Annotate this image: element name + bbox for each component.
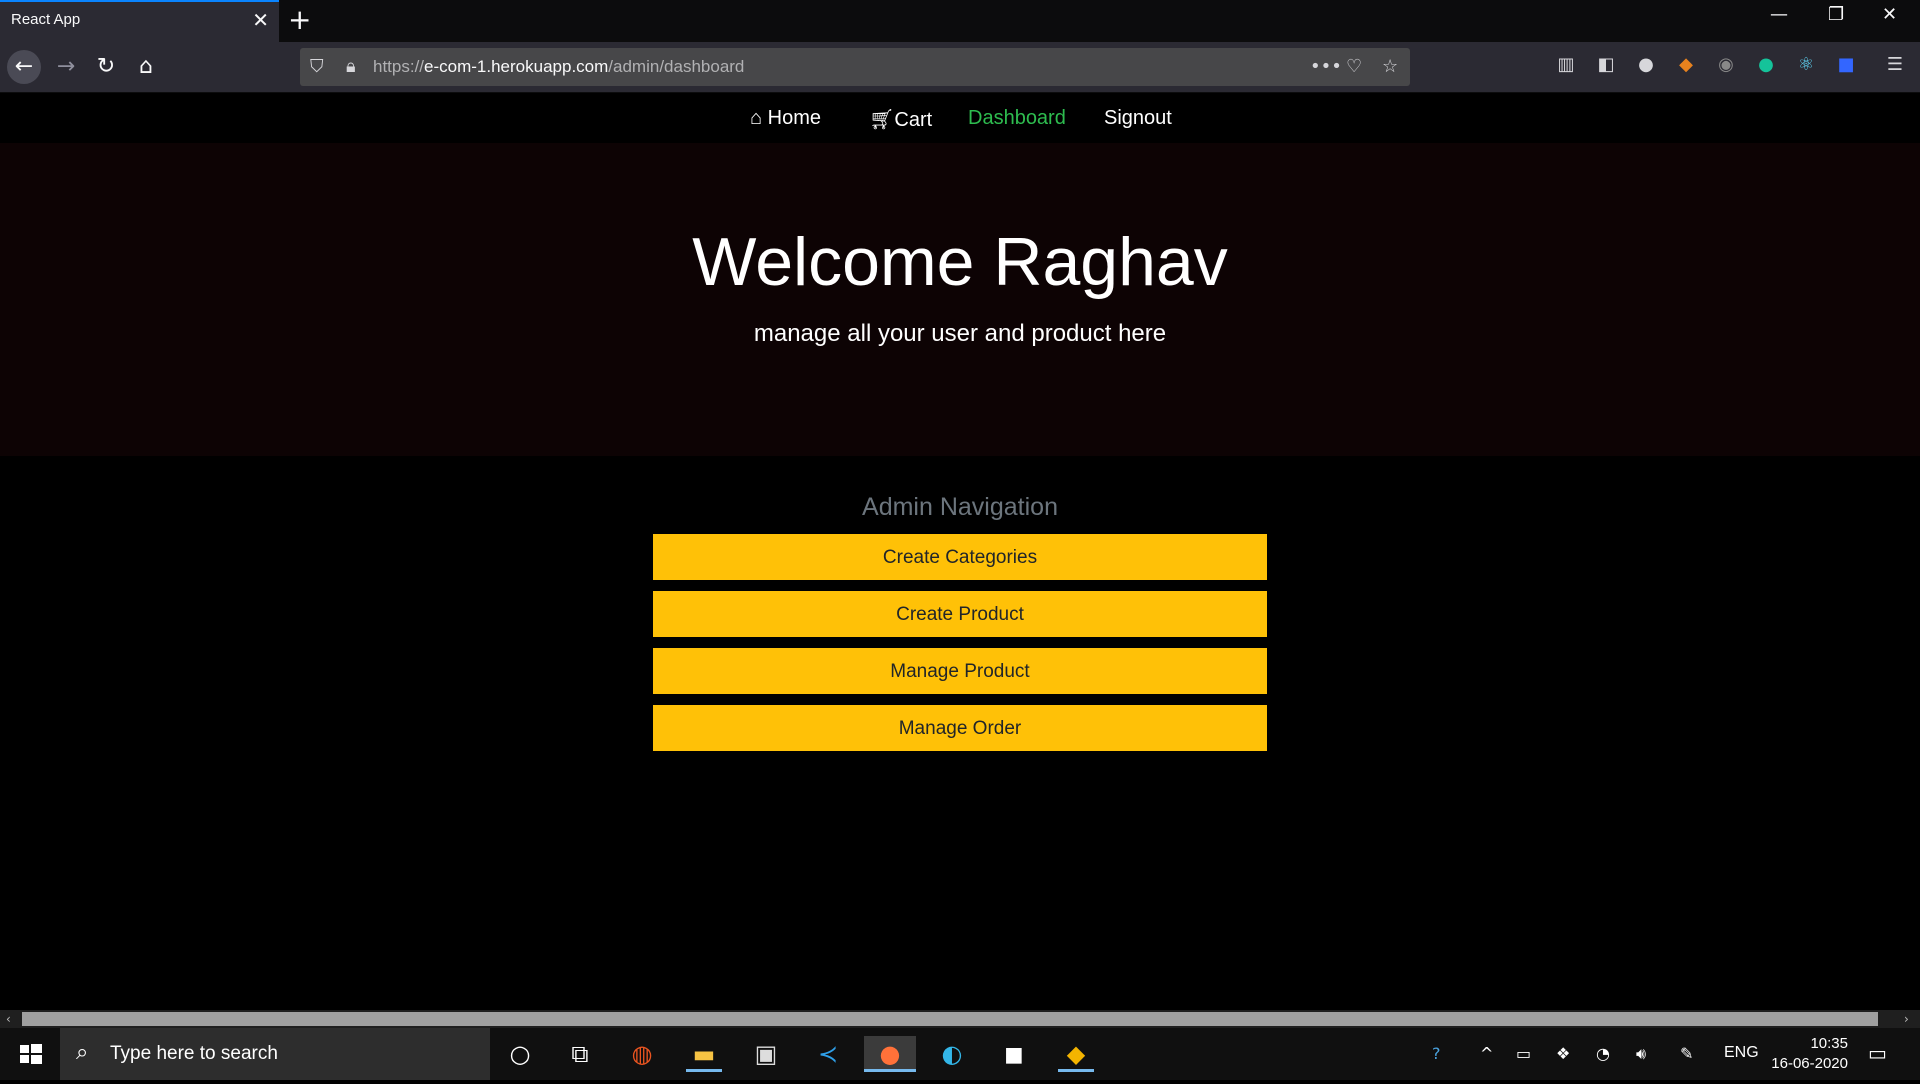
pocket-icon[interactable]: ♡	[1346, 56, 1362, 77]
battery-icon[interactable]: ▭	[1516, 1044, 1531, 1063]
url-prefix: https://	[373, 57, 425, 76]
sidebar-icon[interactable]: ◧	[1593, 54, 1619, 75]
library-icon[interactable]: ▥	[1553, 54, 1579, 75]
notifications-icon[interactable]: ▭	[1868, 1041, 1887, 1065]
address-bar[interactable]: ⛉ 🔒︎ https://e-com-1.herokuapp.com/admin…	[300, 48, 1410, 86]
admin-nav-heading: Admin Navigation	[862, 493, 1058, 521]
windows-logo-icon	[20, 1044, 42, 1064]
task-view-icon[interactable]: ⧉	[554, 1036, 606, 1072]
shield-icon[interactable]: ⛉	[310, 56, 324, 77]
taskbar-search-box[interactable]: ⌕ Type here to search	[60, 1028, 490, 1080]
show-hidden-icons-icon[interactable]: ^	[1480, 1044, 1493, 1063]
language-indicator[interactable]: ENG	[1724, 1044, 1759, 1062]
clock-time: 10:35	[1810, 1035, 1848, 1052]
back-icon[interactable]: ←	[7, 50, 41, 84]
extension-flag-icon[interactable]: ■	[1833, 54, 1859, 75]
search-placeholder: Type here to search	[110, 1043, 278, 1064]
metamask-extension-icon[interactable]: ◆	[1673, 54, 1699, 75]
intellij-icon[interactable]: ◼	[988, 1036, 1040, 1072]
site-navbar: ⌂ Home 🛒︎Cart Dashboard Signout	[0, 93, 1920, 143]
account-icon[interactable]: ●	[1633, 54, 1659, 75]
cortana-icon[interactable]: ○	[494, 1036, 546, 1072]
hero-section: Welcome Raghav manage all your user and …	[0, 143, 1920, 456]
nav-home-label: Home	[767, 107, 822, 129]
nav-dashboard[interactable]: Dashboard	[968, 107, 1066, 130]
edge-icon[interactable]: ◐	[926, 1036, 978, 1072]
wifi-icon[interactable]: ◔	[1596, 1044, 1610, 1063]
running-indicator	[1058, 1069, 1094, 1072]
clock[interactable]: 10:35 16-06-2020	[1771, 1034, 1848, 1074]
bookmark-star-icon[interactable]: ☆	[1382, 56, 1398, 77]
store-icon[interactable]: ▣	[740, 1036, 792, 1072]
lock-icon[interactable]: 🔒︎	[346, 56, 356, 77]
reload-icon[interactable]: ↻	[89, 50, 123, 84]
start-button[interactable]	[0, 1028, 60, 1080]
firefox-icon[interactable]: ●	[864, 1036, 916, 1072]
scroll-left-icon[interactable]: ‹	[6, 1010, 11, 1028]
help-icon[interactable]: ?	[1432, 1044, 1441, 1063]
url-host: e-com-1.herokuapp.com	[424, 57, 609, 76]
page-subtitle: manage all your user and product here	[753, 320, 1167, 347]
forward-icon[interactable]: →	[49, 50, 83, 84]
browser-tab[interactable]: React App ✕	[0, 0, 279, 42]
extension-icon[interactable]: ◉	[1713, 54, 1739, 75]
new-tab-icon[interactable]: +	[288, 4, 311, 36]
close-window-icon[interactable]: ✕	[1882, 4, 1897, 25]
running-indicator	[686, 1069, 722, 1072]
restore-icon[interactable]: ❐	[1828, 4, 1844, 25]
create-product-button[interactable]: Create Product	[653, 591, 1267, 637]
grammarly-icon[interactable]: ●	[1753, 54, 1779, 75]
browser-toolbar: ← → ↻ ⌂ ⛉ 🔒︎ https://e-com-1.herokuapp.c…	[0, 42, 1920, 93]
nav-signout[interactable]: Signout	[1104, 107, 1172, 130]
minimize-icon[interactable]: —	[1770, 4, 1788, 25]
menu-icon[interactable]: ☰	[1882, 54, 1908, 75]
taskbar: ⌕ Type here to search ○ ⧉ ◍ ▬ ▣ ≺ ● ◐ ◼ …	[0, 1028, 1920, 1080]
nav-cart[interactable]: 🛒︎Cart	[869, 107, 932, 132]
nav-cart-label: Cart	[894, 109, 933, 131]
manage-order-button[interactable]: Manage Order	[653, 705, 1267, 751]
nav-home[interactable]: ⌂ Home	[750, 107, 821, 130]
dropbox-icon[interactable]: ❖	[1556, 1044, 1570, 1063]
ubuntu-icon[interactable]: ◍	[616, 1036, 668, 1072]
git-kraken-icon[interactable]: ◆	[1050, 1036, 1102, 1072]
tab-title: React App	[11, 11, 81, 28]
scrollbar-thumb[interactable]	[22, 1012, 1878, 1026]
pen-icon[interactable]: ✎	[1680, 1044, 1693, 1063]
url-text[interactable]: https://e-com-1.herokuapp.com/admin/dash…	[373, 57, 744, 77]
manage-product-button[interactable]: Manage Product	[653, 648, 1267, 694]
volume-icon[interactable]: 🔊︎	[1636, 1044, 1646, 1064]
clock-date: 16-06-2020	[1771, 1055, 1848, 1072]
scroll-right-icon[interactable]: ›	[1904, 1010, 1909, 1028]
search-icon: ⌕	[76, 1040, 89, 1065]
vscode-icon[interactable]: ≺	[802, 1036, 854, 1072]
browser-tab-strip: React App ✕ + — ❐ ✕	[0, 0, 1920, 42]
react-devtools-icon[interactable]: ⚛	[1793, 54, 1819, 75]
url-path: /admin/dashboard	[608, 57, 745, 76]
create-categories-button[interactable]: Create Categories	[653, 534, 1267, 580]
close-tab-icon[interactable]: ✕	[252, 10, 269, 30]
more-actions-icon[interactable]: •••	[1310, 56, 1342, 77]
home-icon[interactable]: ⌂	[129, 50, 163, 84]
horizontal-scrollbar[interactable]: ‹ ›	[0, 1010, 1920, 1028]
home-nav-icon: ⌂	[750, 107, 763, 129]
cart-icon: 🛒︎	[869, 109, 895, 131]
file-explorer-icon[interactable]: ▬	[678, 1036, 730, 1072]
page-title: Welcome Raghav	[692, 224, 1228, 300]
